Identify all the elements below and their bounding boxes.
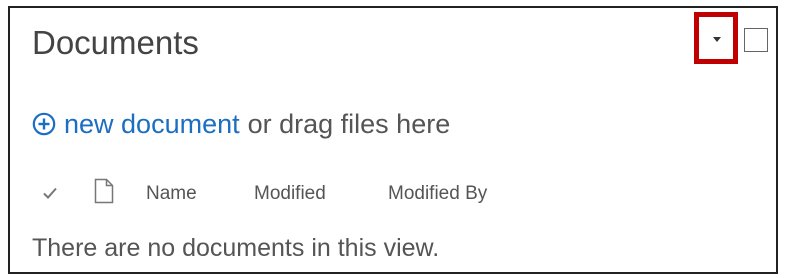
webpart-select-checkbox[interactable] xyxy=(744,28,768,52)
column-header-modified[interactable]: Modified xyxy=(254,183,326,205)
column-header-modified-by[interactable]: Modified By xyxy=(388,183,487,205)
select-all-check-icon[interactable] xyxy=(42,185,58,201)
caret-down-icon xyxy=(713,37,721,42)
drag-files-hint: or drag files here xyxy=(247,108,451,139)
new-document-row: new document or drag files here xyxy=(32,107,450,141)
webpart-menu-button[interactable] xyxy=(694,12,738,64)
list-header: Name Modified Modified By xyxy=(42,178,602,210)
plus-circle-icon[interactable] xyxy=(32,112,56,136)
webpart-title: Documents xyxy=(32,24,199,61)
new-document-link[interactable]: new document xyxy=(64,109,240,140)
column-header-name[interactable]: Name xyxy=(146,183,197,205)
documents-webpart: Documents new document or drag files her… xyxy=(8,6,778,274)
document-type-icon[interactable] xyxy=(94,178,114,204)
empty-list-message: There are no documents in this view. xyxy=(32,234,440,262)
